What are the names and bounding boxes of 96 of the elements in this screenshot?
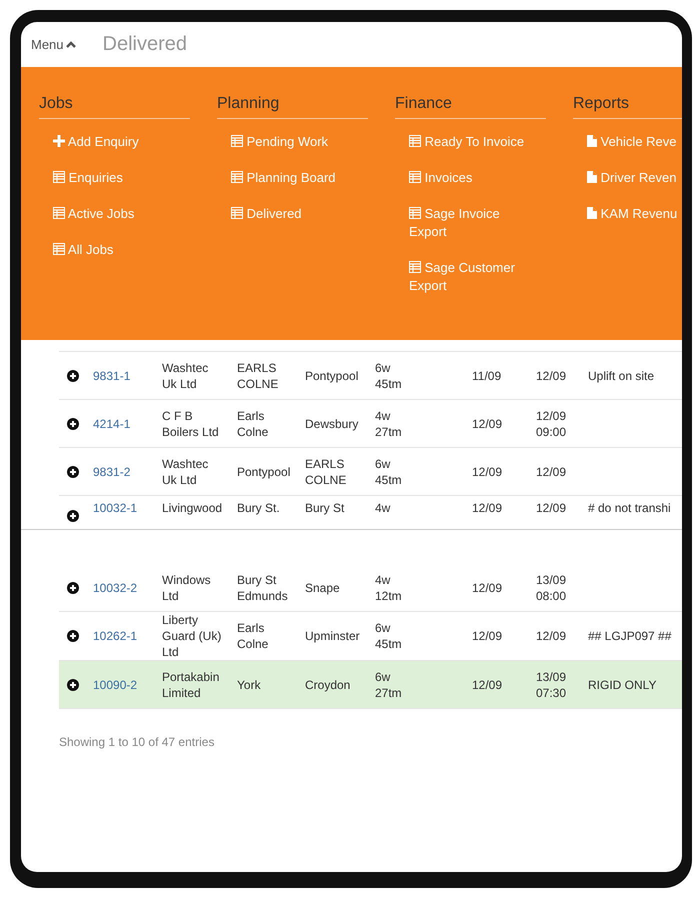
table-cell: 13/09 08:00 xyxy=(536,572,566,602)
table-cell: Upminster xyxy=(305,629,360,643)
page-title: Delivered xyxy=(102,33,188,56)
table-cell: EARLS COLNE xyxy=(305,456,346,486)
table-cell: Croydon xyxy=(305,678,350,692)
menu-link[interactable]: Vehicle Reve xyxy=(587,133,682,151)
table-icon xyxy=(231,135,243,147)
expand-plus-icon[interactable] xyxy=(67,678,79,690)
table-cell: 12/09 xyxy=(472,501,502,515)
job-link[interactable]: 10032-2 xyxy=(93,580,138,594)
entries-info: Showing 1 to 10 of 47 entries xyxy=(59,735,216,749)
menu-button[interactable]: Menu xyxy=(31,37,76,52)
table-icon xyxy=(53,243,65,255)
table-cell: RIGID ONLY xyxy=(588,678,656,692)
menu-link[interactable]: Invoices xyxy=(409,169,534,187)
table-icon xyxy=(409,207,421,219)
job-link[interactable]: 10032-1 xyxy=(93,501,138,515)
table-cell: Earls Colne xyxy=(237,621,268,651)
table-cell: Pontypool xyxy=(305,368,358,382)
expand-plus-icon[interactable] xyxy=(67,466,79,478)
table-cell: Portakabin Limited xyxy=(162,670,220,700)
table-cell: Windows Ltd xyxy=(162,572,211,602)
table-cell: Washtec Uk Ltd xyxy=(162,456,208,486)
menu-section-heading: Planning xyxy=(217,95,368,119)
table-cell: Bury St. xyxy=(237,501,280,515)
table-cell: ## LGJP097 ## xyxy=(588,629,672,643)
table-cell: Dewsbury xyxy=(305,416,358,430)
menu-link[interactable]: Pending Work xyxy=(231,133,356,151)
table-cell: Livingwood xyxy=(162,501,222,515)
table-cell: 12/09 09:00 xyxy=(536,408,566,438)
table-cell: Pontypool xyxy=(237,464,290,478)
table-cell: York xyxy=(237,678,261,692)
expand-plus-icon[interactable] xyxy=(67,370,79,382)
menu-link[interactable]: Active Jobs xyxy=(53,205,178,223)
table-cell: 12/09 xyxy=(472,416,502,430)
menu-link[interactable]: Ready To Invoice xyxy=(409,133,534,151)
menu-section-heading: Reports xyxy=(573,95,682,119)
table-cell: 6w 27tm xyxy=(375,670,402,700)
table-cell: 13/09 07:30 xyxy=(536,670,566,700)
job-link[interactable]: 10090-2 xyxy=(93,678,138,692)
table-cell: Bury St xyxy=(305,501,344,515)
table-cell: 11/09 xyxy=(472,368,502,382)
menu-section-heading: Jobs xyxy=(39,95,190,119)
table-cell: 4w 27tm xyxy=(375,408,402,438)
menu-link[interactable]: All Jobs xyxy=(53,241,178,259)
menu-link[interactable]: Enquiries xyxy=(53,169,178,187)
table-cell: 6w 45tm xyxy=(375,360,402,390)
table-cell: Bury St Edmunds xyxy=(237,572,288,602)
table-icon xyxy=(409,171,421,183)
plus-icon xyxy=(53,135,65,147)
table-icon xyxy=(53,207,65,219)
menu-section-heading: Finance xyxy=(395,95,546,119)
job-link[interactable]: 4214-1 xyxy=(93,416,130,430)
table-cell: 12/09 xyxy=(536,464,566,478)
table-cell: C F B Boilers Ltd xyxy=(162,408,219,438)
table-cell: Liberty Guard (Uk) Ltd xyxy=(162,613,222,659)
table-cell: Earls Colne xyxy=(237,408,268,438)
table-cell: 12/09 xyxy=(536,629,566,643)
menu-link[interactable]: Planning Board xyxy=(231,169,356,187)
document-icon xyxy=(587,207,597,219)
table-cell: EARLS COLNE xyxy=(237,360,278,390)
menu-link[interactable]: Delivered xyxy=(231,205,356,223)
menu-link[interactable]: Add Enquiry xyxy=(53,133,178,151)
table-icon xyxy=(409,261,421,273)
table-cell: 6w 45tm xyxy=(375,621,402,651)
expand-plus-icon[interactable] xyxy=(67,582,79,594)
expand-plus-icon[interactable] xyxy=(67,418,79,430)
table-cell: Uplift on site xyxy=(588,368,654,382)
table-cell: 12/09 xyxy=(472,464,502,478)
selected-row[interactable]: 10090-2 Portakabin Limited York Croydon 6w 27tm 12/09 13/09 07:30 RIGID ONLY xyxy=(59,661,682,709)
menu-link[interactable]: KAM Revenu xyxy=(587,205,682,223)
menu-link[interactable]: Driver Reven xyxy=(587,169,682,187)
job-link[interactable]: 10262-1 xyxy=(93,629,138,643)
expand-plus-icon[interactable] xyxy=(67,630,79,642)
menu-link[interactable]: Sage Customer Export xyxy=(409,259,534,295)
table-cell: 4w 12tm xyxy=(375,572,402,602)
menu-link[interactable]: Sage Invoice Export xyxy=(409,205,534,241)
table-icon xyxy=(53,171,65,183)
table-cell: 12/09 xyxy=(472,580,502,594)
table-icon xyxy=(409,135,421,147)
job-link[interactable]: 9831-1 xyxy=(93,368,130,382)
document-icon xyxy=(587,171,597,183)
table-cell: 4w xyxy=(375,501,390,515)
job-link[interactable]: 9831-2 xyxy=(93,464,130,478)
document-icon xyxy=(587,135,597,147)
table-cell: # do not transhi xyxy=(588,501,671,515)
table-icon xyxy=(231,171,243,183)
table-cell: 12/09 xyxy=(472,678,502,692)
expand-plus-icon[interactable] xyxy=(67,510,79,522)
table-cell: 6w 45tm xyxy=(375,456,402,486)
table-icon xyxy=(231,207,243,219)
table-cell: Washtec Uk Ltd xyxy=(162,360,208,390)
table-cell: 12/09 xyxy=(536,501,566,515)
table-cell: 12/09 xyxy=(536,368,566,382)
table-cell: 12/09 xyxy=(472,629,502,643)
table-cell: Snape xyxy=(305,580,340,594)
